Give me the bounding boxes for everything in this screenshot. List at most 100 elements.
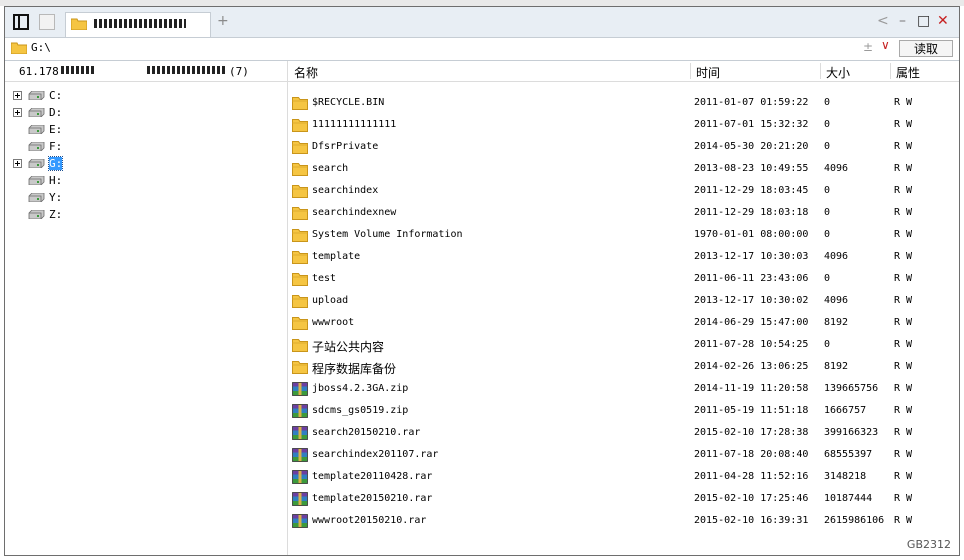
file-time: 1970-01-01 08:00:00 (694, 229, 809, 240)
file-row[interactable]: search 2013-08-23 10:49:55 4096 R W (288, 158, 959, 180)
close-button[interactable]: ✕ (937, 13, 949, 29)
copy-icon[interactable] (39, 14, 55, 30)
drive-icon (28, 176, 45, 185)
column-size[interactable]: 大小 (826, 64, 850, 81)
file-row[interactable]: wwwroot 2014-06-29 15:47:00 8192 R W (288, 312, 959, 334)
drive-item[interactable]: H: (5, 172, 287, 189)
drive-item[interactable]: G: (5, 155, 287, 172)
folder-icon (292, 97, 308, 110)
drive-item[interactable]: Z: (5, 206, 287, 223)
file-attr: R W (894, 383, 913, 394)
file-row[interactable]: searchindex 2011-12-29 18:03:45 0 R W (288, 180, 959, 202)
read-button[interactable]: 读取 (899, 40, 953, 57)
drive-item[interactable]: Y: (5, 189, 287, 206)
file-row[interactable]: template20110428.rar 2011-04-28 11:52:16 3… (288, 466, 959, 488)
drive-icon (28, 210, 45, 219)
file-attr: R W (894, 493, 913, 504)
file-time: 2014-06-29 15:47:00 (694, 317, 809, 328)
file-row[interactable]: searchindex201107.rar 2011-07-18 20:08:40… (288, 444, 959, 466)
file-attr: R W (894, 273, 913, 284)
file-name: wwwroot20150210.rar (312, 515, 427, 526)
column-name[interactable]: 名称 (294, 64, 318, 81)
column-time[interactable]: 时间 (696, 64, 720, 81)
expand-icon[interactable] (13, 159, 22, 168)
drive-icon (28, 142, 45, 151)
file-name: searchindex (312, 185, 379, 196)
drive-tree-panel: 61.178 (7) C: D: E: F: G: H: Y: Z: (5, 61, 288, 555)
file-row[interactable]: 子站公共内容 2011-07-28 10:54:25 0 R W (288, 334, 959, 356)
drive-label: H: (49, 174, 63, 187)
column-divider[interactable] (690, 63, 691, 79)
file-attr: R W (894, 141, 913, 152)
file-time: 2011-04-28 11:52:16 (694, 471, 809, 482)
column-divider[interactable] (890, 63, 891, 79)
file-row[interactable]: searchindexnew 2011-12-29 18:03:18 0 R W (288, 202, 959, 224)
file-row[interactable]: test 2011-06-11 23:43:06 0 R W (288, 268, 959, 290)
folder-icon (292, 163, 308, 176)
archive-icon (292, 404, 308, 418)
chevron-down-icon[interactable]: ∨ (881, 38, 890, 52)
file-name: DfsrPrivate (312, 141, 379, 152)
file-row[interactable]: search20150210.rar 2015-02-10 17:28:38 399… (288, 422, 959, 444)
file-attr: R W (894, 339, 913, 350)
toggle-panel-icon[interactable] (13, 14, 29, 30)
archive-icon (292, 470, 308, 484)
file-time: 2015-02-10 16:39:31 (694, 515, 809, 526)
file-time: 2011-12-29 18:03:18 (694, 207, 809, 218)
drive-item[interactable]: C: (5, 87, 287, 104)
file-time: 2015-02-10 17:25:46 (694, 493, 809, 504)
file-row[interactable]: sdcms_gs0519.zip 2011-05-19 11:51:18 16667… (288, 400, 959, 422)
file-attr: R W (894, 405, 913, 416)
path-input[interactable]: G:\ (31, 41, 51, 54)
folder-icon (292, 361, 308, 374)
column-attr[interactable]: 属性 (896, 64, 920, 81)
file-row[interactable]: 11111111111111 2011-07-01 15:32:32 0 R W (288, 114, 959, 136)
address-bar: G:\ ± ∨ 读取 (5, 38, 959, 61)
file-size: 399166323 (824, 427, 879, 438)
host-header: 61.178 (7) (5, 61, 287, 82)
file-time: 2011-12-29 18:03:45 (694, 185, 809, 196)
file-row[interactable]: $RECYCLE.BIN 2011-01-07 01:59:22 0 R W (288, 92, 959, 114)
file-row[interactable]: wwwroot20150210.rar 2015-02-10 16:39:31 26… (288, 510, 959, 532)
back-button[interactable]: < (877, 13, 889, 29)
file-name: template20150210.rar (312, 493, 433, 504)
file-size: 8192 (824, 317, 849, 328)
encoding-label[interactable]: GB2312 (907, 538, 951, 551)
host-address: 61.178 (19, 65, 59, 78)
tab-current[interactable] (65, 12, 211, 37)
file-attr: R W (894, 163, 913, 174)
file-name: $RECYCLE.BIN (312, 97, 385, 108)
file-attr: R W (894, 361, 913, 372)
drive-icon (28, 108, 45, 117)
column-divider[interactable] (820, 63, 821, 79)
file-row[interactable]: DfsrPrivate 2014-05-30 20:21:20 0 R W (288, 136, 959, 158)
file-size: 0 (824, 273, 831, 284)
plus-minus-icon[interactable]: ± (863, 40, 873, 54)
archive-icon (292, 448, 308, 462)
maximize-button[interactable]: □ (917, 13, 930, 29)
file-attr: R W (894, 471, 913, 482)
archive-icon (292, 426, 308, 440)
file-row[interactable]: jboss4.2.3GA.zip 2014-11-19 11:20:58 13966… (288, 378, 959, 400)
file-row[interactable]: template 2013-12-17 10:30:03 4096 R W (288, 246, 959, 268)
add-tab-button[interactable]: + (217, 13, 229, 29)
file-size: 0 (824, 119, 831, 130)
file-row[interactable]: 程序数据库备份 2014-02-26 13:06:25 8192 R W (288, 356, 959, 378)
expand-icon[interactable] (13, 91, 22, 100)
drive-item[interactable]: E: (5, 121, 287, 138)
folder-icon (292, 185, 308, 198)
expand-icon[interactable] (13, 108, 22, 117)
redacted-text (147, 66, 225, 74)
file-name: searchindexnew (312, 207, 397, 218)
minimize-button[interactable]: – (899, 13, 906, 29)
file-name: 程序数据库备份 (312, 362, 397, 376)
file-row[interactable]: System Volume Information 1970-01-01 08:0… (288, 224, 959, 246)
file-row[interactable]: upload 2013-12-17 10:30:02 4096 R W (288, 290, 959, 312)
drive-label: Z: (49, 208, 63, 221)
drive-label: F: (49, 140, 63, 153)
drive-item[interactable]: D: (5, 104, 287, 121)
drive-item[interactable]: F: (5, 138, 287, 155)
tab-bar: + < – □ ✕ (5, 7, 959, 38)
file-size: 4096 (824, 295, 849, 306)
file-row[interactable]: template20150210.rar 2015-02-10 17:25:46 1… (288, 488, 959, 510)
